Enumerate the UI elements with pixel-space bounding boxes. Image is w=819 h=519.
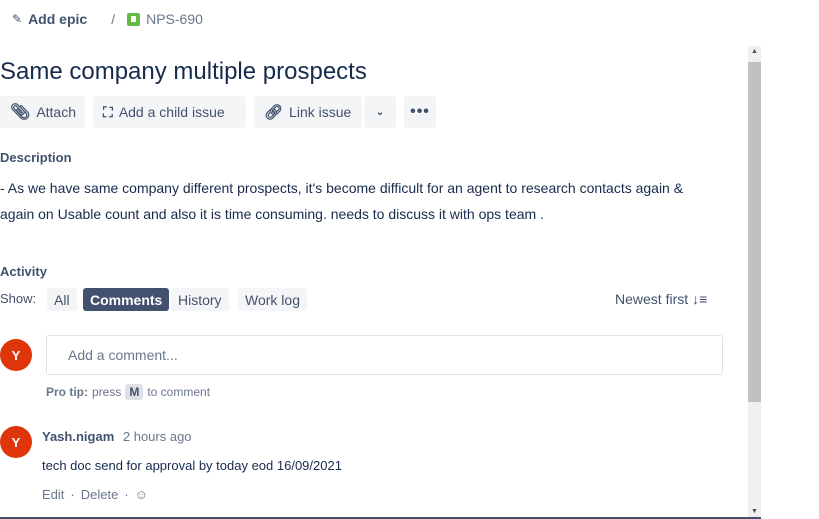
add-child-issue-button[interactable]: ⛶ Add a child issue — [93, 96, 246, 128]
paperclip-icon: 📎︎ — [10, 104, 31, 121]
comment-header: Yash.nigam 2 hours ago — [42, 429, 192, 444]
link-issue-button[interactable]: 🔗︎ Link issue — [254, 96, 362, 128]
description-text[interactable]: - As we have same company different pros… — [0, 175, 720, 227]
delete-comment-button[interactable]: Delete — [81, 487, 119, 502]
issue-title[interactable]: Same company multiple prospects — [0, 58, 367, 86]
separator-dot: · — [70, 487, 75, 502]
hierarchy-icon: ⛶ — [103, 103, 113, 120]
separator-dot: · — [124, 487, 129, 502]
filter-work-log[interactable]: Work log — [238, 288, 307, 311]
filter-history[interactable]: History — [171, 288, 229, 311]
more-actions-button[interactable]: ••• — [404, 96, 436, 128]
pro-tip-label: Pro tip: — [46, 385, 88, 399]
more-icon: ••• — [410, 103, 430, 120]
sort-button[interactable]: Newest first ↓≡ — [615, 291, 707, 307]
breadcrumb-separator: / — [111, 11, 116, 27]
issue-key-link[interactable]: NPS-690 — [146, 11, 203, 27]
filter-all[interactable]: All — [47, 288, 77, 311]
edit-comment-button[interactable]: Edit — [42, 487, 64, 502]
pro-tip: Pro tip: press M to comment — [46, 384, 210, 400]
story-icon — [127, 12, 141, 26]
pencil-icon: ✎ — [12, 12, 23, 26]
link-issue-label: Link issue — [289, 104, 352, 120]
chevron-down-icon: ⌄ — [375, 106, 385, 118]
comment-actions: Edit · Delete · ☺ — [42, 487, 148, 502]
scrollbar-thumb[interactable] — [748, 62, 761, 402]
activity-label: Activity — [0, 264, 47, 279]
description-label: Description — [0, 150, 72, 165]
attach-label: Attach — [36, 104, 77, 120]
add-epic-link[interactable]: Add epic — [28, 11, 87, 27]
scroll-up-icon[interactable]: ▲ — [751, 48, 758, 55]
avatar: Y — [0, 339, 32, 371]
comment-time[interactable]: 2 hours ago — [123, 429, 192, 444]
scroll-down-icon[interactable]: ▼ — [751, 508, 758, 515]
filter-comments[interactable]: Comments — [83, 288, 170, 311]
pro-tip-rest: to comment — [147, 385, 211, 399]
comment-author[interactable]: Yash.nigam — [42, 429, 114, 444]
pro-tip-press: press — [92, 385, 122, 399]
shortcut-key: M — [125, 384, 144, 400]
breadcrumb: ✎ Add epic / NPS-690 — [12, 11, 203, 27]
sort-label: Newest first — [615, 291, 689, 307]
show-label: Show: — [0, 291, 37, 306]
attach-button[interactable]: 📎︎ Attach — [0, 96, 85, 128]
comment-avatar: Y — [0, 426, 32, 458]
add-child-label: Add a child issue — [118, 104, 225, 120]
link-icon: 🔗︎ — [264, 104, 284, 121]
scrollbar[interactable]: ▲ ▼ — [748, 46, 761, 517]
comment-input[interactable]: Add a comment... — [46, 335, 723, 375]
comment-body: tech doc send for approval by today eod … — [42, 458, 342, 473]
add-reaction-icon[interactable]: ☺ — [135, 487, 148, 502]
link-dropdown-button[interactable]: ⌄ — [364, 96, 396, 128]
sort-icon: ↓≡ — [692, 291, 708, 307]
